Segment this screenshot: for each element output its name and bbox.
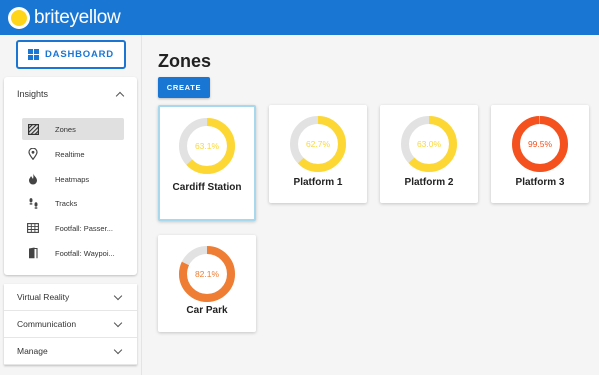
zone-name: Platform 1 [293,177,343,188]
dashboard-icon [28,49,40,60]
zone-percentage: 63.0% [417,139,442,149]
section-label: Virtual Reality [17,292,70,302]
zone-card-car-park[interactable]: 82.1% Car Park [158,235,256,332]
create-button[interactable]: CREATE [158,77,210,98]
sidebar-item-label: Footfall: Waypoi... [55,248,115,258]
sidebar-item-tracks[interactable]: Tracks [22,192,124,214]
zone-card-platform-3[interactable]: 99.5% Platform 3 [491,105,589,203]
footsteps-icon [27,197,39,209]
section-virtual-reality[interactable]: Virtual Reality [4,284,137,311]
chevron-up-icon [115,91,125,100]
zone-occupancy-donut: 63.0% [401,116,457,172]
zone-name: Platform 2 [404,177,454,188]
top-app-bar: briteyellow [0,0,599,35]
zone-occupancy-donut: 99.5% [512,116,568,172]
zone-name: Platform 3 [515,177,565,188]
door-icon [27,247,39,259]
insights-panel: Insights Zones Realtime Heatmaps Tracks … [4,77,137,275]
sun-logo-icon [8,7,30,29]
chevron-down-icon [113,345,123,354]
section-manage[interactable]: Manage [4,338,137,365]
zone-percentage: 62.7% [306,139,331,149]
sidebar-item-label: Realtime [55,149,85,159]
sidebar: DASHBOARD Insights Zones Realtime Heatma… [0,35,142,375]
section-communication[interactable]: Communication [4,311,137,338]
sidebar-item-heatmaps[interactable]: Heatmaps [22,168,124,190]
zone-card-platform-1[interactable]: 62.7% Platform 1 [269,105,367,203]
zone-occupancy-donut: 82.1% [179,246,235,302]
sidebar-item-label: Footfall: Passer... [55,223,113,233]
zone-percentage: 99.5% [528,139,553,149]
table-icon [27,222,39,234]
section-label: Manage [17,346,48,356]
sidebar-item-label: Tracks [55,198,78,208]
zone-name: Cardiff Station [172,182,242,193]
flame-icon [27,173,39,185]
insights-title: Insights [17,89,49,99]
brand-logo[interactable]: briteyellow [8,7,121,29]
chevron-down-icon [113,291,123,300]
zones-icon [27,123,39,135]
zone-occupancy-donut: 63.1% [179,118,235,174]
insights-header[interactable]: Insights [4,77,137,111]
zone-card-cardiff-station[interactable]: 63.1% Cardiff Station [158,105,256,221]
location-pin-icon [27,148,39,160]
zone-occupancy-donut: 62.7% [290,116,346,172]
zone-percentage: 82.1% [195,269,220,279]
dashboard-button[interactable]: DASHBOARD [16,40,126,69]
zone-name: Car Park [186,305,228,316]
section-label: Communication [17,319,77,329]
sidebar-item-label: Zones [55,124,76,134]
sidebar-item-footfall-passers[interactable]: Footfall: Passer... [22,217,124,239]
dashboard-button-label: DASHBOARD [45,49,114,60]
sidebar-item-zones[interactable]: Zones [22,118,124,140]
zone-card-platform-2[interactable]: 63.0% Platform 2 [380,105,478,203]
sidebar-item-realtime[interactable]: Realtime [22,143,124,165]
main-content: Zones CREATE 63.1% Cardiff Station 62.7%… [143,35,599,375]
zone-percentage: 63.1% [195,141,220,151]
sidebar-item-label: Heatmaps [55,174,90,184]
page-title: Zones [158,51,212,71]
sidebar-item-footfall-waypoints[interactable]: Footfall: Waypoi... [22,242,124,264]
collapsed-sections: Virtual Reality Communication Manage [4,284,137,365]
brand-name: briteyellow [34,7,121,28]
chevron-down-icon [113,318,123,327]
